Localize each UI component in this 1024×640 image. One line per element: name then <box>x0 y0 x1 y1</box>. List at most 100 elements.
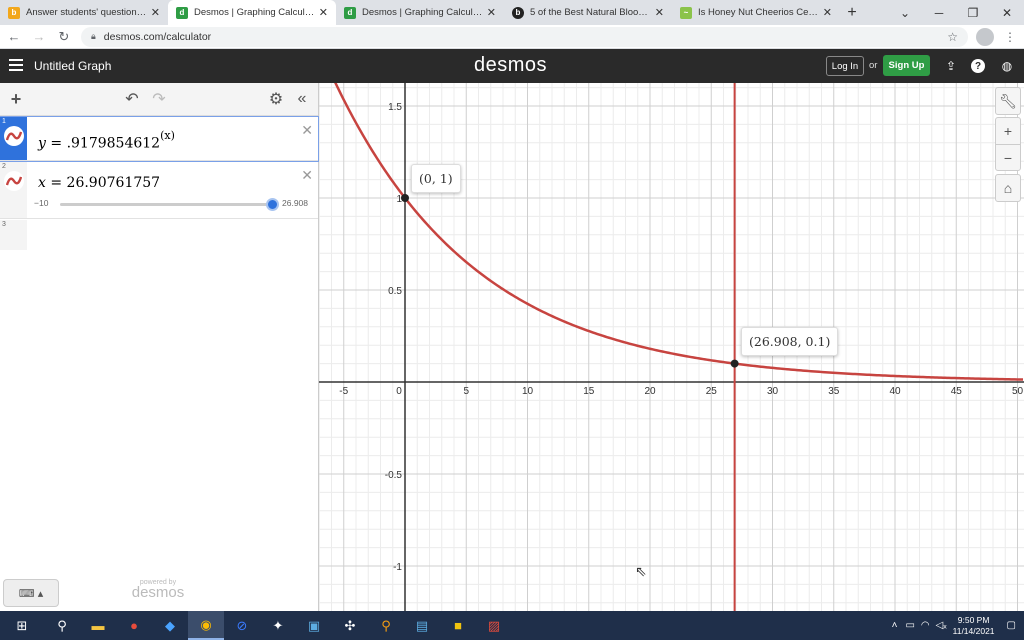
graph-title[interactable]: Untitled Graph <box>34 59 111 73</box>
desmos-logo: desmos <box>474 54 548 76</box>
delete-expression-icon[interactable]: ✕ <box>301 122 313 139</box>
slider[interactable]: −10 26.908 <box>34 198 314 211</box>
redo-icon[interactable]: ↷ <box>149 89 169 109</box>
chrome-icon[interactable]: ◉ <box>188 611 224 640</box>
add-item-button[interactable]: + <box>6 89 26 109</box>
clock-date: 11/14/2021 <box>952 625 995 636</box>
zoom-in-icon[interactable]: + <box>995 118 1021 144</box>
home-icon[interactable]: ⌂ <box>995 175 1021 201</box>
point-label[interactable]: (0, 1) <box>411 164 461 193</box>
search-icon[interactable]: ⚲ <box>44 611 80 640</box>
browser-tab[interactable]: b Answer students' questions and ✕ <box>0 0 168 25</box>
browser-tab[interactable]: ~ Is Honey Nut Cheerios Cereal R ✕ <box>672 0 840 25</box>
restore-icon[interactable]: ❐ <box>956 0 990 25</box>
close-window-icon[interactable]: ✕ <box>990 0 1024 25</box>
url-input[interactable]: 🔒︎ desmos.com/calculator ☆ <box>81 26 968 47</box>
slider-track[interactable] <box>60 203 271 206</box>
app-icon[interactable]: ⊘ <box>224 611 260 640</box>
browser-menu-icon[interactable]: ⋮ <box>1002 30 1018 44</box>
keyboard-toggle-button[interactable]: ⌨ ▴ <box>3 579 59 607</box>
slider-handle[interactable] <box>266 198 279 211</box>
x-tick-label: 50 <box>1012 386 1024 397</box>
zoom-out-icon[interactable]: − <box>995 144 1021 170</box>
slider-max[interactable]: 26.908 <box>282 198 308 208</box>
profile-avatar[interactable] <box>976 27 994 46</box>
app-icon[interactable]: ⚲ <box>368 611 404 640</box>
file-explorer-icon[interactable]: ▬ <box>80 611 116 640</box>
app-icon[interactable]: ▨ <box>476 611 512 640</box>
sticky-notes-icon[interactable]: ■ <box>440 611 476 640</box>
expression-gutter[interactable]: 2 <box>0 162 27 218</box>
app-icon[interactable]: ✦ <box>260 611 296 640</box>
slider-min[interactable]: −10 <box>34 198 48 208</box>
intersection-point <box>401 194 409 202</box>
window-controls: ⌄ ─ ❐ ✕ <box>888 0 1024 25</box>
lock-icon[interactable]: 🔒︎ <box>91 31 96 42</box>
expression-gutter[interactable]: 1 <box>0 117 27 160</box>
clock[interactable]: 9:50 PM 11/14/2021 <box>953 615 995 637</box>
volume-icon[interactable]: ◁ₓ <box>936 620 947 631</box>
share-icon[interactable]: ⇪ <box>943 58 959 74</box>
graph-style-icon[interactable] <box>4 171 24 191</box>
undo-icon[interactable]: ↶ <box>122 89 142 109</box>
battery-icon[interactable]: ▭ <box>905 620 914 631</box>
expression-input[interactable]: y = .9179854612(x) <box>38 129 175 152</box>
tray-overflow-icon[interactable]: ˄ <box>892 620 898 631</box>
new-tab-button[interactable]: + <box>840 0 864 25</box>
x-tick-label: 5 <box>463 386 469 397</box>
browser-tab-active[interactable]: d Desmos | Graphing Calculator ✕ <box>168 0 336 25</box>
expression-index: 1 <box>2 118 6 125</box>
app-icon[interactable]: ▣ <box>296 611 332 640</box>
app-icon[interactable]: ✣ <box>332 611 368 640</box>
profile-menu-icon[interactable]: ⌄ <box>888 0 922 25</box>
powered-by-brand: desmos <box>131 584 185 601</box>
expression-row-2[interactable]: 2 x = 26.90761757 ✕ −10 26.908 <box>0 162 318 219</box>
expression-lhs: y <box>38 135 46 152</box>
desmos-icon: d <box>344 6 356 19</box>
signup-button[interactable]: Sign Up <box>883 55 930 76</box>
browser-tab[interactable]: b 5 of the Best Natural Blood Thin ✕ <box>504 0 672 25</box>
login-button[interactable]: Log In <box>826 56 864 76</box>
graph-paper[interactable]: -5 0 5 10 15 20 25 30 35 40 45 50 1.5 1 0.5 -0.5 -1 🔧︎ +… <box>319 83 1024 611</box>
x-tick-label: 35 <box>828 386 840 397</box>
settings-gear-icon[interactable]: ⚙ <box>266 89 286 109</box>
wrench-icon[interactable]: 🔧︎ <box>995 88 1021 114</box>
x-tick-label: 15 <box>583 386 595 397</box>
expression-input[interactable]: x = 26.90761757 <box>38 175 160 191</box>
exponential-curve <box>334 83 1024 381</box>
collapse-panel-icon[interactable]: « <box>292 89 312 109</box>
minimize-icon[interactable]: ─ <box>922 0 956 25</box>
windows-start-icon[interactable]: ⊞ <box>0 611 44 640</box>
language-globe-icon[interactable]: ◍ <box>999 58 1015 74</box>
wifi-icon[interactable]: ◠ <box>921 620 930 631</box>
graph-style-icon[interactable] <box>4 126 24 146</box>
close-tab-icon[interactable]: ✕ <box>151 6 160 19</box>
app-icon[interactable]: ● <box>116 611 152 640</box>
delete-expression-icon[interactable]: ✕ <box>301 167 313 184</box>
expression-row-1[interactable]: 1 y = .9179854612(x) ✕ <box>0 116 319 162</box>
expression-base: .9179854612 <box>66 135 161 152</box>
point-label[interactable]: (26.908, 0.1) <box>741 327 839 356</box>
close-tab-icon[interactable]: ✕ <box>487 6 496 19</box>
notifications-icon[interactable]: ▢ <box>1007 620 1016 631</box>
expression-row-3[interactable]: 3 <box>0 220 27 250</box>
site-icon: ~ <box>680 6 692 19</box>
powered-by-desmos[interactable]: powered by desmos <box>130 579 186 601</box>
expression-panel: + ↶ ↷ ⚙ « 1 y = .9179854612(x) ✕ 2 x = 2… <box>0 83 319 611</box>
forward-icon[interactable]: → <box>28 26 50 48</box>
reload-icon[interactable]: ↻ <box>53 26 75 48</box>
graph-settings-tools: 🔧︎ <box>995 87 1021 115</box>
close-tab-icon[interactable]: ✕ <box>823 6 832 19</box>
equals-sign: = <box>45 175 67 191</box>
hamburger-menu-icon[interactable] <box>9 59 23 71</box>
back-icon[interactable]: ← <box>3 26 25 48</box>
x-tick-label: 40 <box>889 386 901 397</box>
bookmark-star-icon[interactable]: ☆ <box>947 30 958 44</box>
close-tab-icon[interactable]: ✕ <box>319 6 328 19</box>
browser-tab[interactable]: d Desmos | Graphing Calculator ✕ <box>336 0 504 25</box>
help-icon[interactable]: ? <box>971 59 985 73</box>
graph-canvas[interactable]: -5 0 5 10 15 20 25 30 35 40 45 501.510.5-0.5-1 <box>319 83 1024 611</box>
close-tab-icon[interactable]: ✕ <box>655 6 664 19</box>
app-icon[interactable]: ▤ <box>404 611 440 640</box>
app-icon[interactable]: ◆ <box>152 611 188 640</box>
